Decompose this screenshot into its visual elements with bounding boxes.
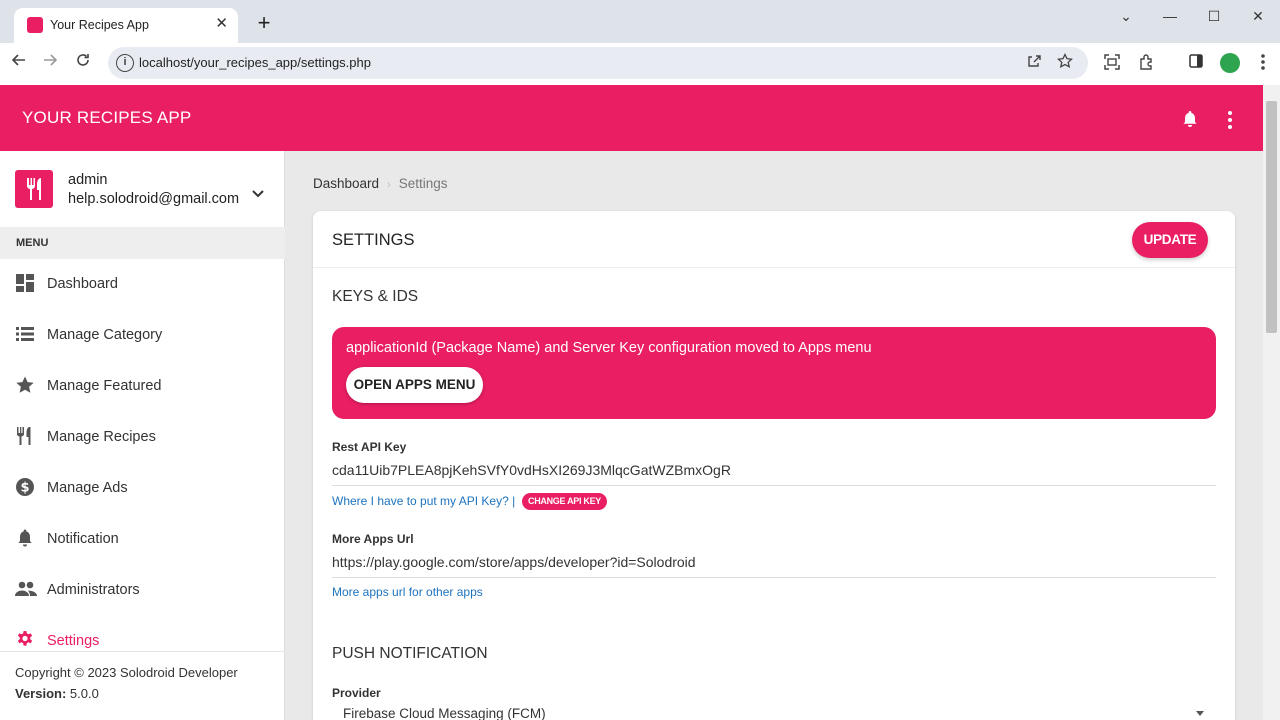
copyright-text: Copyright © 2023 Solodroid Developer	[15, 665, 238, 680]
sidebar-item-manage-recipes[interactable]: Manage Recipes	[0, 412, 285, 463]
version-info: Version: 5.0.0	[15, 686, 270, 701]
breadcrumb-dashboard-link[interactable]: Dashboard	[313, 176, 379, 191]
change-api-key-button[interactable]: CHANGE API KEY	[522, 493, 607, 510]
breadcrumb: Dashboard › Settings	[313, 176, 448, 191]
breadcrumb-current: Settings	[398, 176, 448, 191]
star-icon	[15, 375, 35, 395]
app-title[interactable]: YOUR RECIPES APP	[22, 108, 191, 128]
avatar	[15, 170, 53, 208]
sidebar: admin help.solodroid@gmail.com MENU Dash…	[0, 151, 285, 720]
url-text[interactable]: localhost/your_recipes_app/settings.php	[139, 55, 371, 70]
restaurant-icon	[15, 426, 35, 446]
version-number: 5.0.0	[69, 686, 99, 701]
reload-icon[interactable]	[71, 52, 95, 76]
caret-down-icon[interactable]	[1196, 711, 1204, 716]
bell-icon	[15, 528, 35, 548]
maximize-icon[interactable]: ☐	[1192, 4, 1236, 28]
bookmark-star-icon[interactable]	[1055, 52, 1075, 73]
keys-section-title: KEYS & IDS	[332, 288, 419, 305]
user-info: admin help.solodroid@gmail.com	[0, 151, 285, 227]
back-icon[interactable]	[7, 52, 31, 76]
tab-close-icon[interactable]: ✕	[215, 14, 228, 34]
new-tab-icon[interactable]: +	[252, 12, 276, 36]
more-apps-url-field[interactable]: https://play.google.com/store/apps/devel…	[332, 551, 1216, 578]
version-label: Version:	[15, 686, 67, 701]
provider-label: Provider	[332, 686, 381, 700]
open-apps-menu-button[interactable]: OPEN APPS MENU	[346, 367, 483, 403]
sidebar-item-manage-ads[interactable]: $ Manage Ads	[0, 463, 285, 514]
rest-api-key-field[interactable]: cda11Uib7PLEA8pjKehSVfY0vdHsXI269J3MlqcG…	[332, 459, 1216, 486]
sidebar-footer: Copyright © 2023 Solodroid Developer Ver…	[0, 651, 285, 720]
sidebar-item-administrators[interactable]: Administrators	[0, 565, 285, 616]
page-title: SETTINGS	[332, 231, 415, 249]
settings-card: SETTINGS UPDATE KEYS & IDS applicationId…	[313, 211, 1235, 720]
minimize-icon[interactable]: —	[1148, 4, 1192, 28]
sidebar-item-label: Manage Category	[47, 327, 163, 343]
share-icon[interactable]	[1024, 53, 1044, 73]
sidebar-item-notification[interactable]: Notification	[0, 514, 285, 565]
scrollbar-thumb[interactable]	[1266, 101, 1277, 333]
sidebar-item-dashboard[interactable]: Dashboard	[0, 259, 285, 310]
address-bar[interactable]: i localhost/your_recipes_app/settings.ph…	[108, 47, 1088, 79]
browser-tab[interactable]: Your Recipes App ✕	[14, 8, 238, 43]
site-info-icon[interactable]: i	[116, 54, 134, 72]
tab-search-icon[interactable]: ⌄	[1104, 4, 1148, 28]
sidebar-item-label: Manage Ads	[47, 480, 128, 496]
menu-header: MENU	[0, 227, 285, 259]
sidebar-item-label: Manage Featured	[47, 378, 162, 394]
notification-bell-icon[interactable]	[1180, 109, 1200, 129]
api-key-help-link[interactable]: Where I have to put my API Key? |	[332, 494, 515, 508]
screenshot-icon[interactable]	[1101, 53, 1123, 75]
card-header: SETTINGS UPDATE	[313, 211, 1235, 268]
rest-api-label: Rest API Key	[332, 440, 407, 454]
sidebar-item-label: Administrators	[47, 582, 140, 598]
push-section-title: PUSH NOTIFICATION	[332, 645, 488, 662]
side-panel-icon[interactable]	[1185, 53, 1207, 75]
extensions-icon[interactable]	[1136, 53, 1158, 75]
sidebar-item-label: Settings	[47, 633, 100, 649]
user-email: help.solodroid@gmail.com	[68, 191, 240, 207]
update-button[interactable]: UPDATE	[1132, 222, 1208, 258]
sidebar-item-label: Notification	[47, 531, 119, 547]
info-alert: applicationId (Package Name) and Server …	[332, 327, 1216, 419]
sidebar-item-label: Dashboard	[47, 276, 118, 292]
chevron-down-icon[interactable]	[251, 186, 265, 198]
breadcrumb-separator-icon: ›	[387, 179, 391, 191]
gear-icon	[15, 630, 35, 650]
app-bar: YOUR RECIPES APP	[0, 85, 1263, 151]
forward-icon[interactable]	[38, 52, 62, 76]
browser-menu-icon[interactable]	[1252, 53, 1274, 75]
dollar-icon: $	[15, 477, 35, 497]
tab-title: Your Recipes App	[50, 18, 149, 32]
alert-text: applicationId (Package Name) and Server …	[346, 340, 872, 356]
page-scrollbar[interactable]	[1263, 85, 1280, 720]
list-icon	[15, 324, 35, 344]
more-apps-label: More Apps Url	[332, 532, 414, 546]
browser-toolbar: i localhost/your_recipes_app/settings.ph…	[0, 43, 1280, 85]
sidebar-item-manage-category[interactable]: Manage Category	[0, 310, 285, 361]
app-menu-icon[interactable]	[1222, 109, 1238, 129]
app-favicon-icon	[27, 17, 43, 33]
user-name: admin	[68, 172, 108, 188]
profile-avatar[interactable]	[1220, 53, 1240, 73]
sidebar-item-label: Manage Recipes	[47, 429, 156, 445]
sidebar-item-manage-featured[interactable]: Manage Featured	[0, 361, 285, 412]
people-icon	[15, 579, 37, 599]
browser-titlebar: Your Recipes App ✕ + ⌄ — ☐ ✕	[0, 0, 1280, 43]
dashboard-icon	[15, 273, 35, 293]
more-apps-help-text: More apps url for other apps	[332, 585, 483, 599]
provider-select[interactable]: Firebase Cloud Messaging (FCM)	[343, 706, 546, 720]
svg-text:$: $	[20, 481, 29, 496]
window-close-icon[interactable]: ✕	[1236, 4, 1280, 28]
